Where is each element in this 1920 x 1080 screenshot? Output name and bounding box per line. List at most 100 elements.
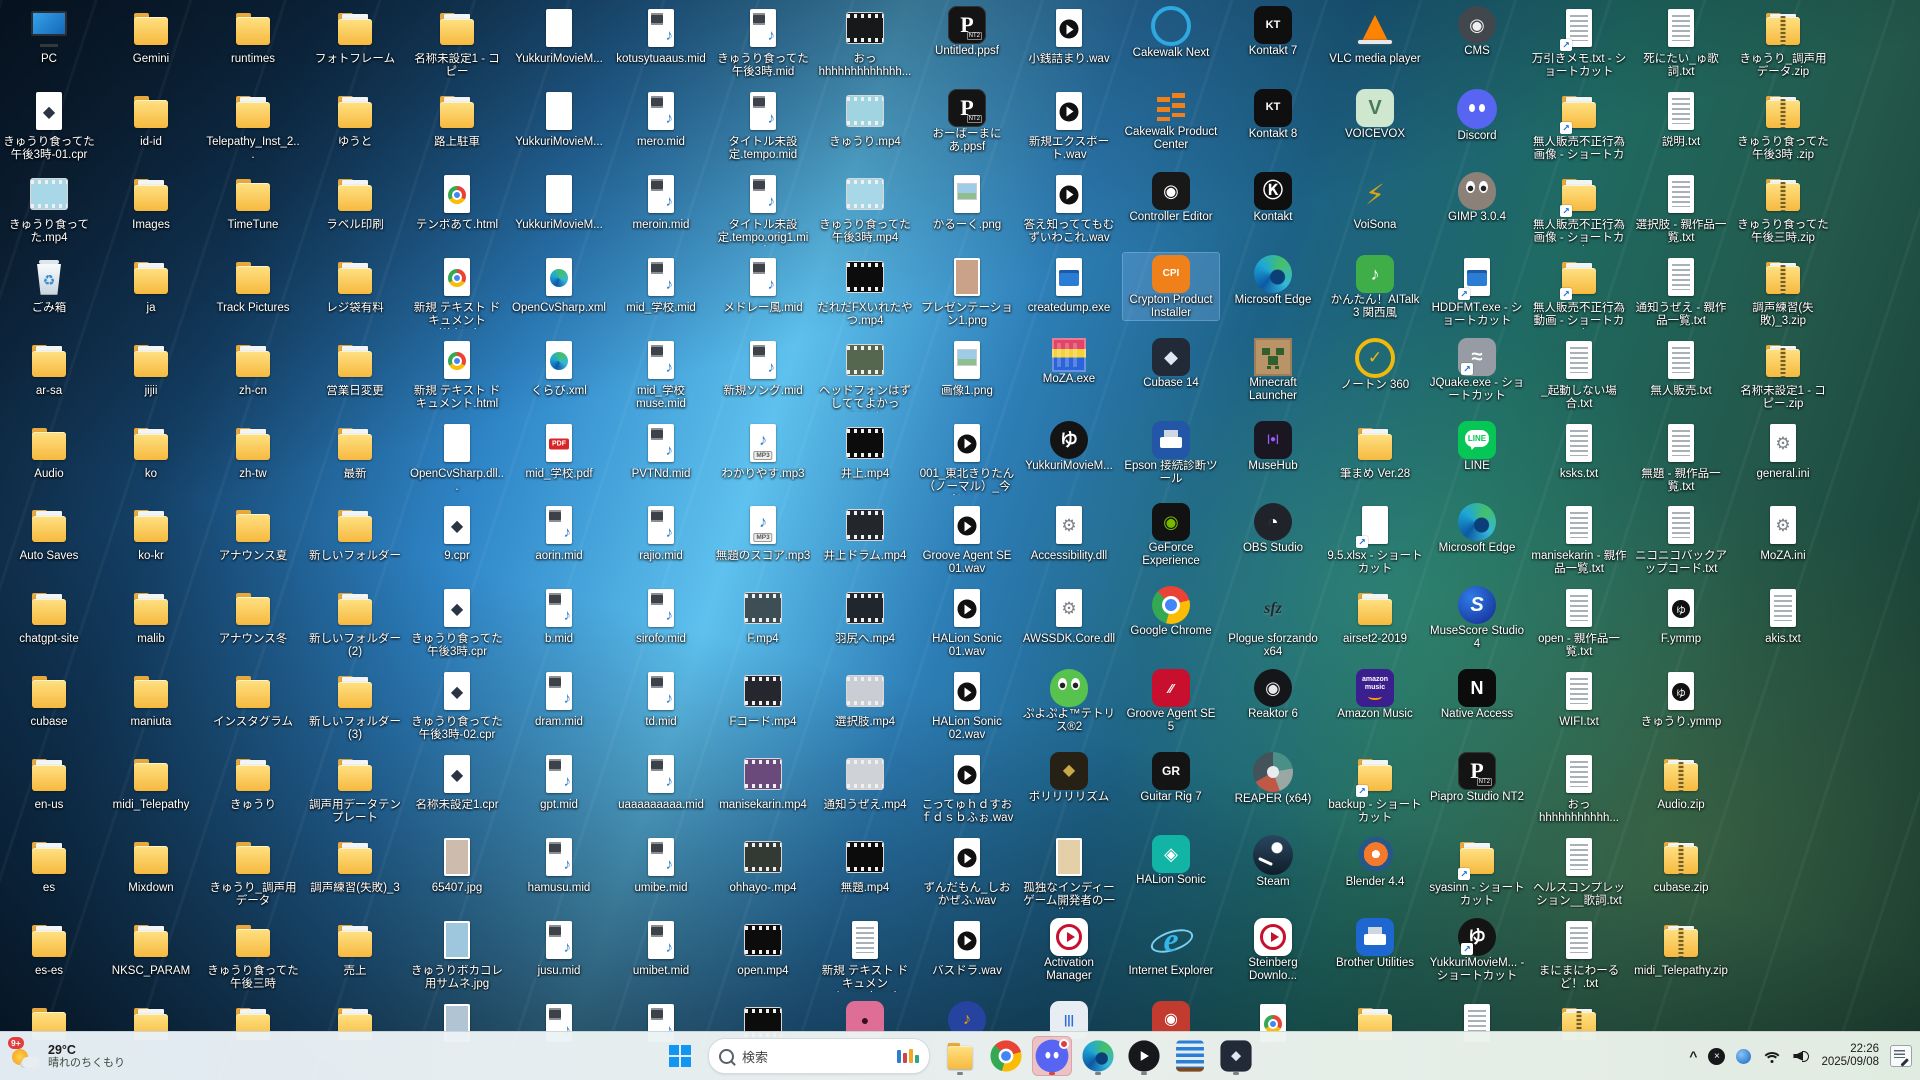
desktop-icon[interactable]: Audio (1, 419, 97, 481)
desktop-icon[interactable]: GR Guitar Rig 7 (1123, 750, 1219, 804)
desktop-icon[interactable]: Ⓚ Kontakt (1225, 170, 1321, 224)
desktop-icon[interactable]: 井上ドラム.mp4 (817, 501, 913, 563)
desktop-icon[interactable]: ラベル印刷 (307, 170, 403, 232)
notification-pen-icon[interactable] (1890, 1045, 1912, 1067)
desktop-icon[interactable]: 無題.mp4 (817, 833, 913, 895)
desktop-icon[interactable]: 小銭詰まり.wav (1021, 4, 1117, 66)
desktop-icon[interactable]: ◉ Controller Editor (1123, 170, 1219, 224)
desktop-icon[interactable]: ksks.txt (1531, 419, 1627, 481)
desktop-icon[interactable]: Google Chrome (1123, 584, 1219, 638)
desktop-icon[interactable]: P NT2 Untitled.ppsf (919, 4, 1015, 58)
volume-icon[interactable] (1793, 1049, 1810, 1063)
desktop-icon[interactable]: ずんだもん_しおかぜふ.wav (919, 833, 1015, 908)
search-box[interactable]: 検索 (708, 1038, 930, 1074)
desktop-icon[interactable]: Discord (1429, 87, 1525, 143)
desktop-icon[interactable]: ko (103, 419, 199, 481)
desktop-icon[interactable]: ↗無人販売不正行為動画 - ショートカット (1531, 253, 1627, 329)
desktop-icon[interactable]: ♪ かんたん！AITalk 3 関西風 (1327, 253, 1423, 320)
desktop-icon[interactable]: 答え知っててもむずいわこれ.wav (1021, 170, 1117, 245)
desktop-icon[interactable]: Microsoft Edge (1225, 253, 1321, 307)
desktop-icon[interactable]: zh-tw (205, 419, 301, 481)
desktop-icon[interactable]: 画像1.png (919, 336, 1015, 398)
desktop-icon[interactable]: フォトフレーム (307, 4, 403, 66)
desktop-icon[interactable]: きゅうり_調声用データ (205, 833, 301, 908)
desktop-icon[interactable]: Telepathy_Inst_2... (205, 87, 301, 162)
desktop-icon[interactable]: 選択肢.mp4 (817, 667, 913, 729)
desktop-icon[interactable]: ♪ PVTNd.mid (613, 419, 709, 481)
desktop-icon[interactable]: YukkuriMovieM... (511, 4, 607, 66)
desktop-icon[interactable]: アナウンス夏 (205, 501, 301, 563)
desktop-icon[interactable]: きゅうり食ってた午後3時.mp4 (817, 170, 913, 245)
desktop-icon[interactable]: ♪ タイトル未設定.tempo.mid (715, 87, 811, 162)
desktop-icon[interactable]: YukkuriMovieM... (511, 87, 607, 149)
desktop-icon[interactable]: ♪ MP3 わかりやす.mp3 (715, 419, 811, 481)
desktop-icon[interactable]: airset2-2019 (1327, 584, 1423, 646)
desktop-icon[interactable]: TimeTune (205, 170, 301, 232)
desktop-icon[interactable]: ♪ hamusu.mid (511, 833, 607, 895)
desktop-icon[interactable]: ko-kr (103, 501, 199, 563)
desktop-icon[interactable]: まにまにわーるど！.txt (1531, 916, 1627, 991)
desktop-icon[interactable]: ♪ uaaaaaaaaa.mid (613, 750, 709, 812)
taskbar-app-media-player[interactable] (1124, 1036, 1164, 1076)
desktop-icon[interactable]: 選択肢 - 親作品一覧.txt (1633, 170, 1729, 245)
desktop-icon[interactable]: e Internet Explorer (1123, 916, 1219, 978)
desktop-icon[interactable]: Auto Saves (1, 501, 97, 563)
desktop-icon[interactable]: Mixdown (103, 833, 199, 895)
desktop-icon[interactable]: おっhhhhhhhhhhhhh... (817, 4, 913, 79)
desktop-icon[interactable]: KT Kontakt 8 (1225, 87, 1321, 141)
desktop-icon[interactable]: 調声練習(失敗)_3 (307, 833, 403, 895)
desktop-icon[interactable]: ⚙ general.ini (1735, 419, 1831, 481)
taskbar-app-cubase[interactable]: ◆ (1216, 1036, 1256, 1076)
desktop-icon[interactable]: ♪ b.mid (511, 584, 607, 646)
desktop-icon[interactable]: 筆まめ Ver.28 (1327, 419, 1423, 481)
desktop-icon[interactable]: NKSC_PARAM (103, 916, 199, 978)
desktop-icon[interactable]: ∕∕ Groove Agent SE 5 (1123, 667, 1219, 734)
desktop-icon[interactable]: runtimes (205, 4, 301, 66)
desktop-icon[interactable]: ✓ ノートン 360 (1327, 336, 1423, 392)
desktop-icon[interactable]: ♪ メドレー風.mid (715, 253, 811, 315)
desktop-icon[interactable]: sfz Plogue sforzando x64 (1225, 584, 1321, 659)
desktop-icon[interactable]: ♪ td.mid (613, 667, 709, 729)
desktop-icon[interactable]: きゅうり食ってた.mp4 (1, 170, 97, 245)
taskbar-app-voice-notes[interactable] (1170, 1036, 1210, 1076)
desktop-icon[interactable]: 名称未設定1 - コピー.zip (1735, 336, 1831, 411)
desktop-icon[interactable]: es (1, 833, 97, 895)
desktop-icon[interactable]: ヘルスコンプレッション__歌詞.txt (1531, 833, 1627, 908)
desktop-icon[interactable]: ぷよぷよ™テトリス®2 (1021, 667, 1117, 734)
desktop-icon[interactable]: 新規 テキスト ドキュメント.musicxml (817, 916, 913, 992)
desktop-icon[interactable]: ◉ Reaktor 6 (1225, 667, 1321, 721)
desktop-icon[interactable]: ♪ MP3 無題のスコア.mp3 (715, 501, 811, 563)
desktop-icon[interactable]: 新しいフォルダー (2) (307, 584, 403, 659)
desktop-icon[interactable]: Groove Agent SE 01.wav (919, 501, 1015, 576)
taskbar-weather-widget[interactable]: 9+ 29°C 晴れのちくもり (8, 1032, 125, 1080)
tray-mute-icon[interactable]: × (1708, 1047, 1726, 1065)
desktop-icon[interactable]: Minecraft Launcher (1225, 336, 1321, 403)
desktop-icon[interactable]: cubase (1, 667, 97, 729)
desktop-icon[interactable]: Cakewalk Product Center (1123, 87, 1219, 152)
desktop-icon[interactable]: ゆ YukkuriMovieM... (1021, 419, 1117, 473)
taskbar-app-edge[interactable] (1078, 1036, 1118, 1076)
desktop-icon[interactable]: ja (103, 253, 199, 315)
tray-bluetooth-icon[interactable] (1736, 1048, 1752, 1064)
desktop-icon[interactable]: open.mp4 (715, 916, 811, 978)
desktop-icon[interactable]: きゅうり食ってた午後3時 .zip (1735, 87, 1831, 162)
desktop-icon[interactable]: malib (103, 584, 199, 646)
desktop-icon[interactable]: ⚙ MoZA.ini (1735, 501, 1831, 563)
desktop-icon[interactable]: MoZA.exe (1021, 336, 1117, 386)
desktop-icon[interactable]: ◉ CMS (1429, 4, 1525, 58)
taskbar-clock[interactable]: 22:26 2025/09/08 (1821, 1043, 1879, 1070)
desktop-icon[interactable]: きゅうり.mp4 (817, 87, 913, 149)
desktop-icon[interactable]: 通知うぜえ - 親作品一覧.txt (1633, 253, 1729, 328)
desktop-icon[interactable]: ar-sa (1, 336, 97, 398)
desktop-icon[interactable]: プレゼンテーション1.png (919, 253, 1015, 328)
desktop-icon[interactable]: ⚙ AWSSDK.Core.dll (1021, 584, 1117, 646)
start-button[interactable] (662, 1038, 698, 1074)
desktop-icon[interactable]: Blender 4.4 (1327, 833, 1423, 889)
desktop-icon[interactable]: Gemini (103, 4, 199, 66)
desktop-icon[interactable]: Audio.zip (1633, 750, 1729, 812)
desktop-icon[interactable]: レジ袋有料 (307, 253, 403, 315)
desktop-icon[interactable]: ↗ syasinn - ショートカット (1429, 833, 1525, 908)
desktop-icon[interactable]: ゆうと (307, 87, 403, 149)
desktop-icon[interactable]: 新しいフォルダー (3) (307, 667, 403, 742)
desktop-icon[interactable]: ↗ 9.5.xlsx - ショートカット (1327, 501, 1423, 576)
